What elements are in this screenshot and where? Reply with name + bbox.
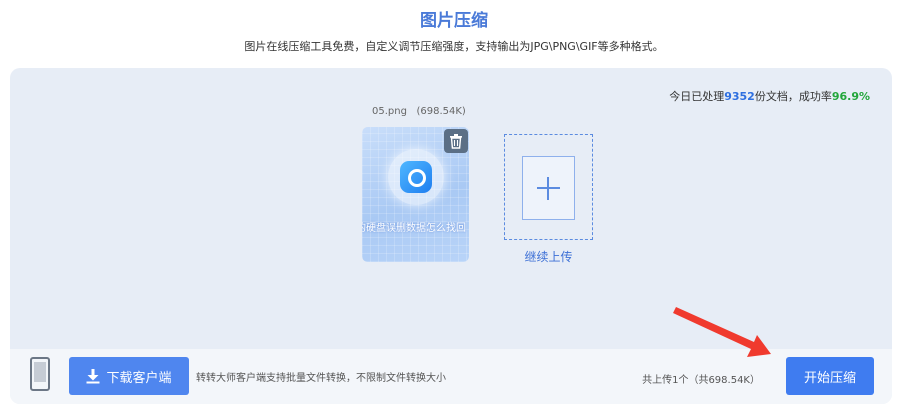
stats-prefix: 今日已处理 [669, 90, 725, 103]
page-subtitle: 图片在线压缩工具免费，自定义调节压缩强度，支持输出为JPG\PNG\GIF等多种… [244, 40, 664, 53]
download-icon [86, 368, 100, 383]
start-compress-button[interactable]: 开始压缩 [786, 357, 874, 395]
phone-icon [30, 357, 50, 391]
download-client-label: 下载客户端 [106, 370, 172, 386]
thumbnail-text: 的硬盘误删数据怎么找回 [362, 223, 466, 234]
plus-icon[interactable] [522, 156, 575, 220]
page-title: 图片压缩 [420, 11, 488, 31]
download-note: 转转大师客户端支持批量文件转换，不限制文件转换大小 [196, 373, 446, 384]
upload-summary: 共上传1个（共698.54K） [642, 375, 760, 386]
footer-bar: 下载客户端 转转大师客户端支持批量文件转换，不限制文件转换大小 共上传1个（共6… [10, 349, 892, 404]
continue-upload-dropzone[interactable] [504, 134, 593, 240]
processed-count: 9352 [724, 90, 755, 103]
file-size: (698.54K) [416, 106, 466, 117]
app-logo-icon [400, 161, 432, 193]
download-client-button[interactable]: 下载客户端 [69, 357, 189, 395]
stats-middle: 份文档，成功率 [754, 90, 832, 103]
file-thumbnail[interactable]: 的硬盘误删数据怎么找回 [362, 127, 469, 262]
file-name: 05.png [372, 106, 407, 117]
trash-icon[interactable] [444, 129, 468, 153]
continue-upload-label[interactable]: 继续上传 [504, 248, 593, 265]
stats-line: 今日已处理9352份文档，成功率96.9% [669, 88, 870, 104]
success-rate: 96.9% [831, 90, 870, 103]
file-info: 05.png (698.54K) [372, 106, 466, 117]
